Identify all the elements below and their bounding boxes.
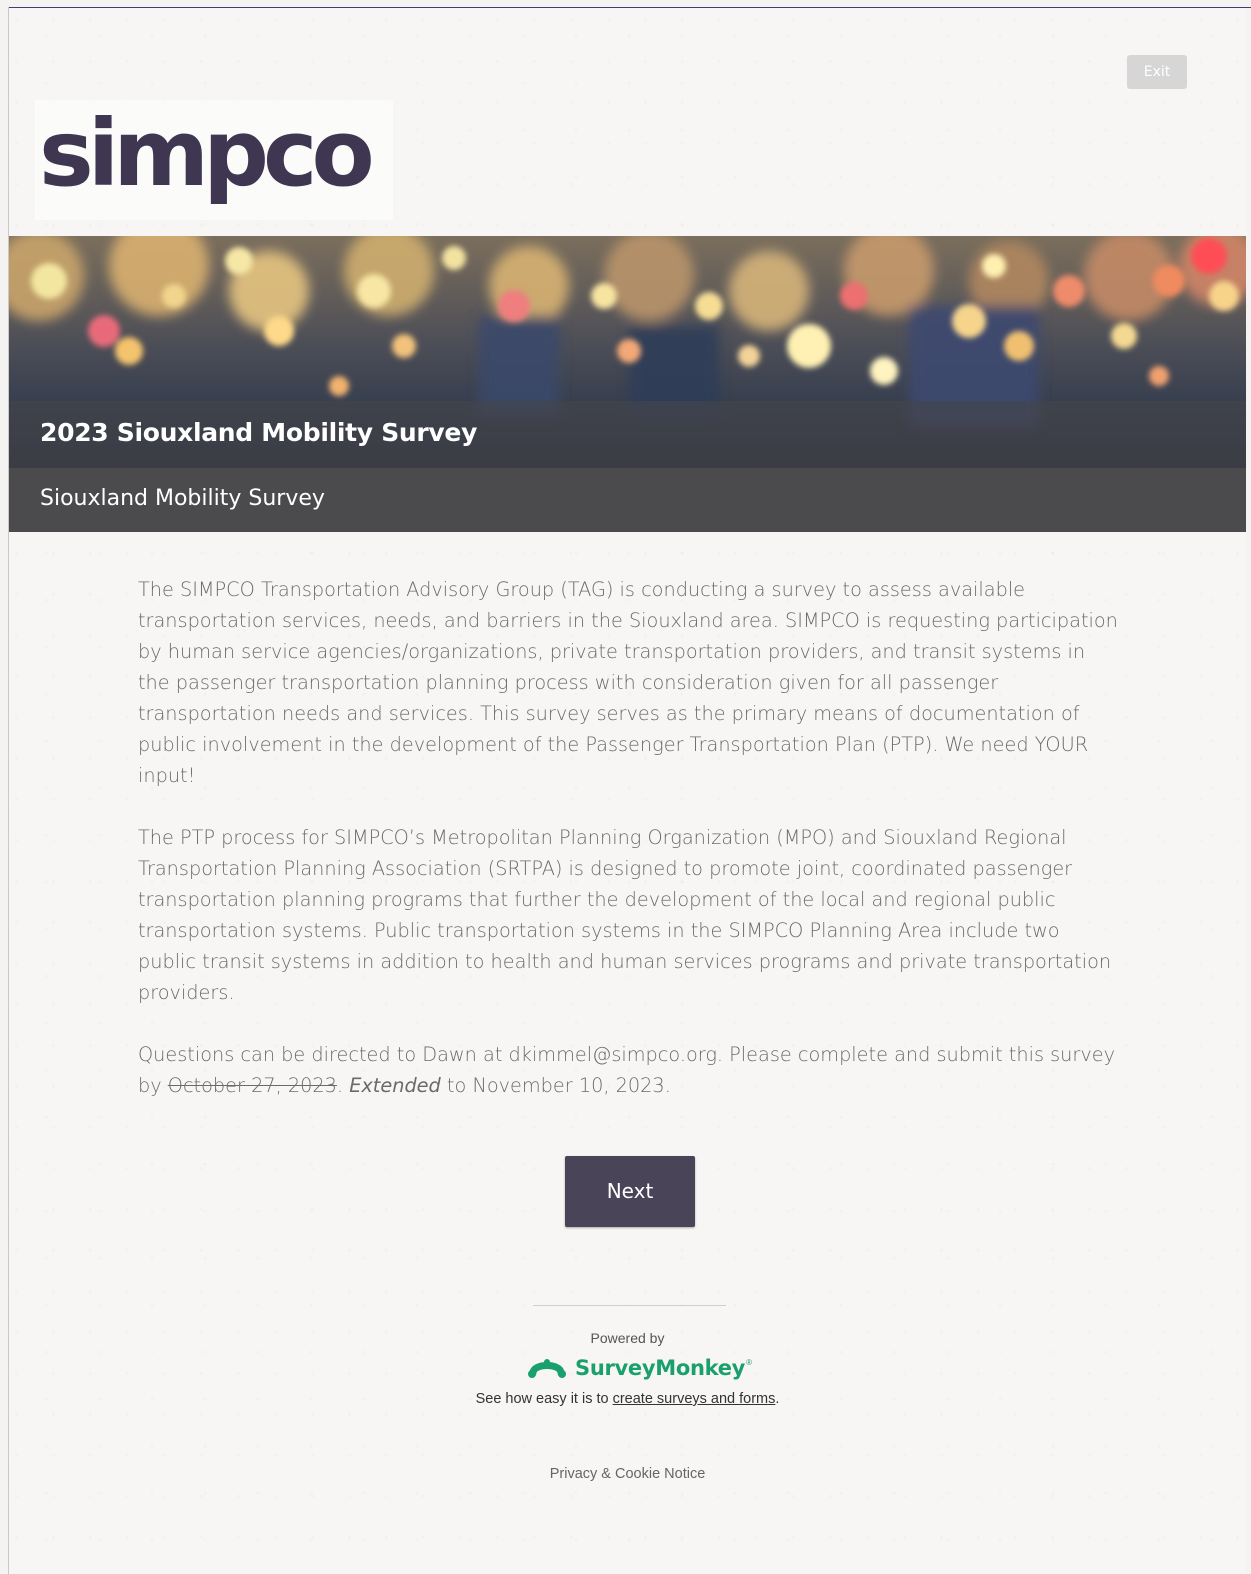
simpco-logo: simpco [35,100,393,220]
deadline-separator: . [336,1074,350,1097]
page-title-bar: Siouxland Mobility Survey [9,468,1246,532]
privacy-cookie-link[interactable]: Privacy & Cookie Notice [9,1466,1246,1482]
survey-page: Exit simpco 2023 Siouxland Mobility Surv… [9,8,1246,1574]
promo-text: See how easy it is to create surveys and… [9,1391,1246,1407]
powered-by-label: Powered by [590,1330,665,1346]
intro-text: The SIMPCO Transportation Advisory Group… [138,574,1118,1132]
surveymonkey-logo[interactable]: SurveyMonkey ® [527,1353,752,1383]
intro-paragraph-1: The SIMPCO Transportation Advisory Group… [138,578,1118,787]
surveymonkey-wordmark: SurveyMonkey [575,1356,746,1380]
extended-label: Extended [349,1074,441,1097]
header-banner: 2023 Siouxland Mobility Survey [9,236,1246,468]
intro-paragraph-2: The PTP process for SIMPCO’s Metropolita… [138,826,1112,1004]
next-button[interactable]: Next [565,1156,695,1227]
exit-button[interactable]: Exit [1127,55,1187,89]
extended-deadline: to November 10, 2023. [440,1074,671,1097]
surveymonkey-icon [528,1359,566,1378]
footer-divider [533,1305,726,1306]
banner-title-bar: 2023 Siouxland Mobility Survey [9,401,1246,468]
create-surveys-link[interactable]: create surveys and forms [613,1391,776,1407]
trademark-mark: ® [746,1357,752,1367]
survey-title: 2023 Siouxland Mobility Survey [40,418,478,447]
original-deadline: October 27, 2023 [167,1074,337,1097]
logo-text: simpco [39,100,372,207]
intro-paragraph-3: Questions can be directed to Dawn at dki… [138,1039,1118,1101]
page-title: Siouxland Mobility Survey [40,486,325,511]
promo-prefix: See how easy it is to [475,1391,613,1407]
promo-suffix: . [775,1391,780,1407]
